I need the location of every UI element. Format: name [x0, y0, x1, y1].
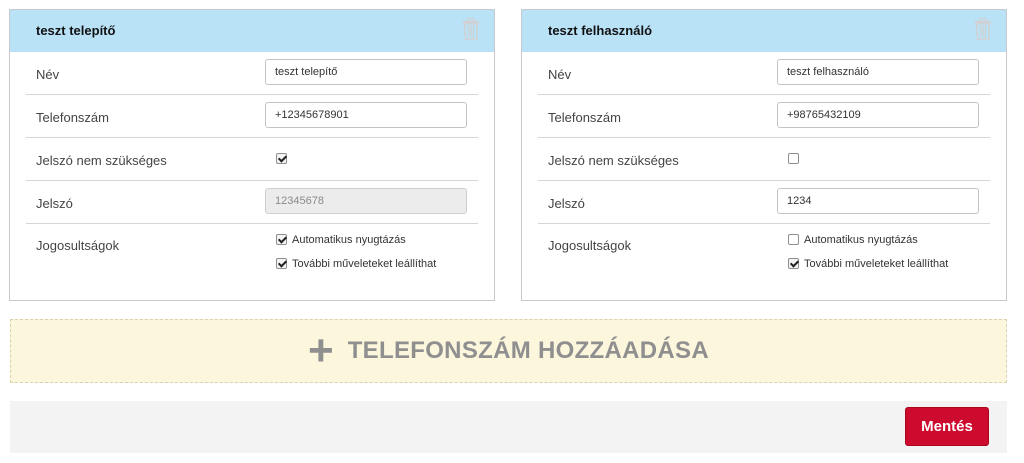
name-input[interactable] — [777, 59, 979, 85]
card-header: teszt felhasználó — [522, 10, 1006, 52]
phone-card: teszt felhasználó Név Telefonszám Jelszó… — [521, 9, 1007, 301]
phone-card: teszt telepítő Név Telefonszám Jelszó ne… — [9, 9, 495, 301]
permissions-label: Jogosultságok — [548, 238, 632, 253]
no-password-label: Jelszó nem szükséges — [36, 153, 167, 168]
phone-input[interactable] — [265, 102, 467, 128]
plus-icon: + — [308, 326, 334, 375]
permission-label: További műveleteket leállíthat — [804, 258, 949, 270]
card-form: Név Telefonszám Jelszó nem szükséges Jel… — [10, 52, 494, 284]
card-form: Név Telefonszám Jelszó nem szükséges Jel… — [522, 52, 1006, 284]
permissions-label: Jogosultságok — [36, 238, 120, 253]
card-title: teszt telepítő — [36, 23, 116, 38]
permissions-row: Jogosultságok Automatikus nyugtázás Tová… — [538, 224, 990, 284]
name-label: Név — [548, 67, 572, 82]
permission-checkbox[interactable] — [788, 234, 799, 245]
phone-label: Telefonszám — [548, 110, 621, 125]
password-input[interactable] — [777, 188, 979, 214]
password-row: Jelszó — [26, 181, 478, 224]
password-label: Jelszó — [548, 196, 585, 211]
no-password-row: Jelszó nem szükséges — [538, 138, 990, 181]
trash-icon[interactable] — [974, 18, 992, 40]
permission-checkbox[interactable] — [276, 258, 287, 269]
name-row: Név — [538, 52, 990, 95]
password-input[interactable] — [265, 188, 467, 214]
no-password-row: Jelszó nem szükséges — [26, 138, 478, 181]
phone-input[interactable] — [777, 102, 979, 128]
add-phone-button[interactable]: + TELEFONSZÁM HOZZÁADÁSA — [10, 319, 1007, 383]
card-header: teszt telepítő — [10, 10, 494, 52]
password-label: Jelszó — [36, 196, 73, 211]
permission-label: További műveleteket leállíthat — [292, 258, 437, 270]
phone-row: Telefonszám — [538, 95, 990, 138]
phone-label: Telefonszám — [36, 110, 109, 125]
permission-checkbox[interactable] — [788, 258, 799, 269]
add-phone-label: TELEFONSZÁM HOZZÁADÁSA — [347, 337, 709, 364]
no-password-checkbox[interactable] — [788, 153, 799, 164]
permission-checkbox[interactable] — [276, 234, 287, 245]
permission-label: Automatikus nyugtázás — [804, 234, 918, 246]
card-title: teszt felhasználó — [548, 23, 653, 38]
no-password-checkbox[interactable] — [276, 153, 287, 164]
name-row: Név — [26, 52, 478, 95]
phone-row: Telefonszám — [26, 95, 478, 138]
footer-bar: Mentés — [10, 401, 1007, 453]
no-password-label: Jelszó nem szükséges — [548, 153, 679, 168]
trash-icon[interactable] — [462, 18, 480, 40]
password-row: Jelszó — [538, 181, 990, 224]
name-label: Név — [36, 67, 60, 82]
save-button[interactable]: Mentés — [905, 407, 989, 446]
permissions-row: Jogosultságok Automatikus nyugtázás Tová… — [26, 224, 478, 284]
permission-label: Automatikus nyugtázás — [292, 234, 406, 246]
name-input[interactable] — [265, 59, 467, 85]
